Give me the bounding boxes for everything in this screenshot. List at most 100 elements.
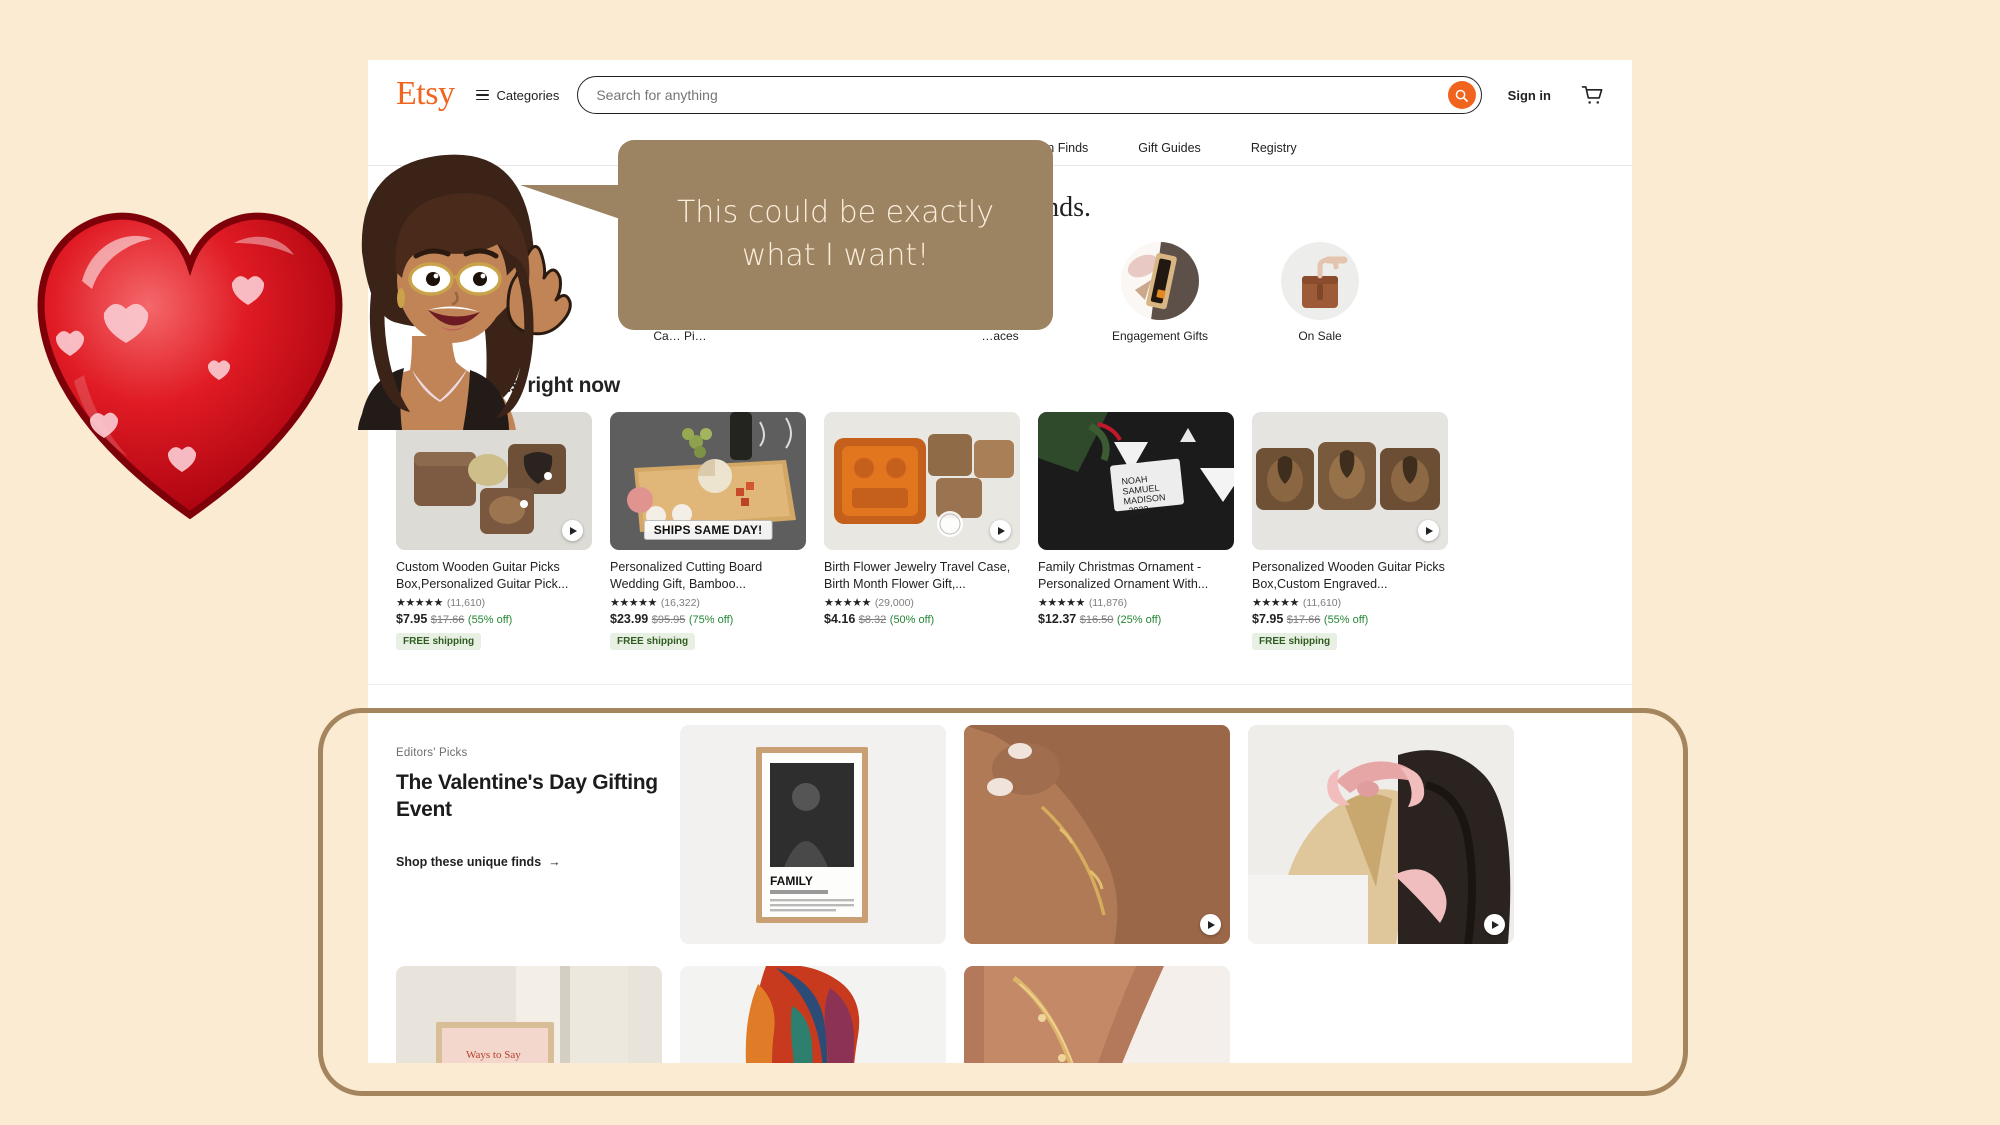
star-rating-icon: ★★★★★ xyxy=(824,597,871,609)
search-button[interactable] xyxy=(1447,81,1476,109)
product-title: Family Christmas Ornament - Personalized… xyxy=(1038,560,1209,591)
cart-button[interactable] xyxy=(1581,85,1604,106)
product-title: Custom Wooden Guitar Picks Box,Personali… xyxy=(396,560,569,591)
editors-tile-colorful-scarf[interactable] xyxy=(680,966,946,1063)
categories-button[interactable]: Categories xyxy=(476,88,559,103)
current-price: $12.37 xyxy=(1038,612,1077,626)
product-price-row: $7.95 $17.66 (55% off) xyxy=(1252,612,1448,626)
category-label-on-sale: On Sale xyxy=(1298,329,1342,343)
search-input[interactable] xyxy=(596,87,1448,103)
original-price: $17.66 xyxy=(1286,614,1321,626)
product-card[interactable]: Custom Wooden Guitar Picks Box,Personali… xyxy=(396,412,592,650)
category-item-engagement-gifts[interactable]: Engagement Gifts xyxy=(1104,242,1216,344)
editors-picks-title: The Valentine's Day Gifting Event xyxy=(396,771,658,821)
category-thumb-on-sale xyxy=(1281,242,1359,320)
editors-picks-section: Editors' Picks The Valentine's Day Gifti… xyxy=(368,684,1632,944)
play-video-button[interactable] xyxy=(1418,520,1439,541)
etsy-logo[interactable]: Etsy xyxy=(396,77,455,111)
product-rating: ★★★★★ (11,876) xyxy=(1038,596,1234,610)
speech-bubble-tail xyxy=(520,185,626,221)
sign-in-button[interactable]: Sign in xyxy=(1508,88,1551,103)
free-shipping-badge: FREE shipping xyxy=(610,633,696,650)
product-image[interactable]: SHIPS SAME DAY! xyxy=(610,412,806,550)
star-rating-icon: ★★★★★ xyxy=(1038,597,1085,609)
current-price: $23.99 xyxy=(610,612,649,626)
current-price: $7.95 xyxy=(1252,612,1284,626)
popular-gifts-grid: Custom Wooden Guitar Picks Box,Personali… xyxy=(368,412,1632,650)
category-item-on-sale[interactable]: On Sale xyxy=(1264,242,1376,344)
product-rating: ★★★★★ (16,322) xyxy=(610,596,806,610)
hamburger-icon xyxy=(476,89,490,101)
svg-text:Ways to Say: Ways to Say xyxy=(466,1049,521,1061)
current-price: $4.16 xyxy=(824,612,856,626)
product-image[interactable]: NOAH SAMUEL MADISON 2023 xyxy=(1038,412,1234,550)
play-video-button[interactable] xyxy=(562,520,583,541)
play-video-button[interactable] xyxy=(1200,914,1221,935)
discount-percent: (25% off) xyxy=(1116,614,1162,626)
editors-picks-eyebrow: Editors' Picks xyxy=(396,747,468,759)
speech-bubble-text: This could be exactly what I want! xyxy=(676,195,995,273)
editors-picks-row-2: Ways to Say I Love You xyxy=(368,944,1632,1063)
review-count: (16,322) xyxy=(660,596,700,609)
product-card[interactable]: Birth Flower Jewelry Travel Case, Birth … xyxy=(824,412,1020,650)
product-image[interactable] xyxy=(1252,412,1448,550)
review-count: (29,000) xyxy=(874,596,914,609)
product-price-row: $4.16 $8.32 (50% off) xyxy=(824,612,1020,626)
original-price: $16.50 xyxy=(1079,614,1114,626)
original-price: $8.32 xyxy=(858,614,887,626)
free-shipping-badge: FREE shipping xyxy=(1252,633,1338,650)
svg-text:2023: 2023 xyxy=(1128,504,1149,516)
search-icon xyxy=(1455,89,1469,102)
discount-percent: (75% off) xyxy=(688,614,734,626)
svg-text:I Love You: I Love You xyxy=(448,1062,592,1063)
svg-text:FAMILY: FAMILY xyxy=(770,874,813,888)
star-rating-icon: ★★★★★ xyxy=(396,597,443,609)
cart-icon xyxy=(1581,85,1603,104)
nav-item-gift-guides[interactable]: Gift Guides xyxy=(1138,141,1201,155)
product-rating: ★★★★★ (29,000) xyxy=(824,596,1020,610)
editors-tile-gold-bracelet[interactable] xyxy=(964,966,1230,1063)
original-price: $17.66 xyxy=(430,614,465,626)
shop-unique-finds-link[interactable]: Shop these unique finds → xyxy=(396,855,561,869)
editors-tile-name-bracelet[interactable] xyxy=(964,725,1230,944)
discount-percent: (55% off) xyxy=(1323,614,1369,626)
original-price: $95.95 xyxy=(651,614,686,626)
arrow-right-icon: → xyxy=(548,854,561,869)
review-count: (11,610) xyxy=(446,596,486,609)
red-heart-graphic xyxy=(20,185,360,530)
speech-bubble: This could be exactly what I want! xyxy=(618,140,1053,330)
product-price-row: $23.99 $95.95 (75% off) xyxy=(610,612,806,626)
editors-tile-hair-bows[interactable] xyxy=(1248,725,1514,944)
editors-tile-i-love-you-print[interactable]: Ways to Say I Love You xyxy=(396,966,662,1063)
product-price-row: $12.37 $16.50 (25% off) xyxy=(1038,612,1234,626)
product-image[interactable] xyxy=(396,412,592,550)
product-card[interactable]: SHIPS SAME DAY! Personalized Cutting Boa… xyxy=(610,412,806,650)
product-title: Personalized Cutting Board Wedding Gift,… xyxy=(610,560,763,591)
star-rating-icon: ★★★★★ xyxy=(1252,597,1299,609)
editors-picks-copy: Editors' Picks The Valentine's Day Gifti… xyxy=(396,725,662,944)
product-title: Personalized Wooden Guitar Picks Box,Cus… xyxy=(1252,560,1445,591)
nav-item-registry[interactable]: Registry xyxy=(1251,141,1297,155)
product-image[interactable] xyxy=(824,412,1020,550)
category-label-3: …aces xyxy=(981,329,1019,343)
free-shipping-badge: FREE shipping xyxy=(396,633,482,650)
product-card[interactable]: NOAH SAMUEL MADISON 2023 Family Christma… xyxy=(1038,412,1234,650)
discount-percent: (55% off) xyxy=(467,614,513,626)
ships-same-day-badge: SHIPS SAME DAY! xyxy=(643,520,773,540)
category-label-engagement-gifts: Engagement Gifts xyxy=(1111,329,1209,343)
shop-unique-finds-label: Shop these unique finds xyxy=(396,854,542,869)
play-video-button[interactable] xyxy=(990,520,1011,541)
review-count: (11,876) xyxy=(1088,596,1128,609)
category-thumb-engagement-gifts xyxy=(1121,242,1199,320)
discount-percent: (50% off) xyxy=(889,614,935,626)
product-rating: ★★★★★ (11,610) xyxy=(1252,596,1448,610)
product-card[interactable]: Personalized Wooden Guitar Picks Box,Cus… xyxy=(1252,412,1448,650)
product-rating: ★★★★★ (11,610) xyxy=(396,596,592,610)
site-header: Etsy Categories Sign in xyxy=(368,60,1632,130)
search-bar[interactable] xyxy=(577,76,1482,114)
editors-tile-family-definition-print[interactable]: FAMILY xyxy=(680,725,946,944)
product-price-row: $7.95 $17.66 (55% off) xyxy=(396,612,592,626)
play-video-button[interactable] xyxy=(1484,914,1505,935)
category-label-1: Ca… Pi… xyxy=(653,329,707,343)
product-title: Birth Flower Jewelry Travel Case, Birth … xyxy=(824,560,1011,591)
